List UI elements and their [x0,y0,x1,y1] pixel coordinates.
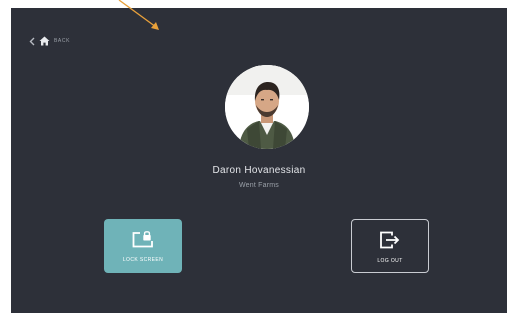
chevron-left-icon [29,37,35,46]
home-icon [39,36,50,46]
user-name: Daron Hovanessian [212,165,306,176]
lock-screen-icon [132,230,154,248]
log-out-icon [379,231,401,249]
company-name: Went Farms [239,182,279,189]
avatar [225,65,309,149]
lock-screen-button[interactable]: LOCK SCREEN [104,219,182,273]
back-label: BACK [54,38,71,44]
back-button[interactable]: BACK [29,36,70,46]
log-out-button[interactable]: LOG OUT [351,219,429,273]
lock-screen-label: LOCK SCREEN [122,257,164,263]
log-out-label: LOG OUT [377,258,403,264]
profile-screen: BACK Daron Hovanessian Went Farms LOCK S… [11,8,507,313]
annotation-arrow-icon [118,0,159,30]
